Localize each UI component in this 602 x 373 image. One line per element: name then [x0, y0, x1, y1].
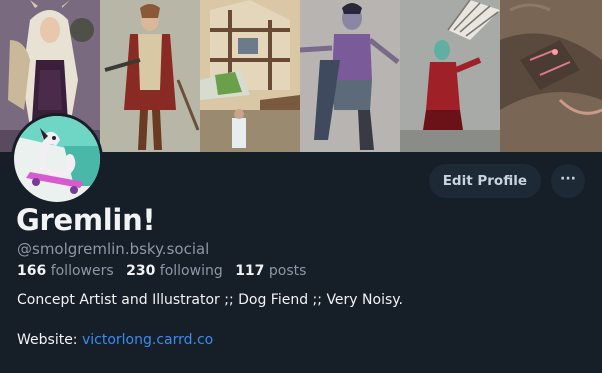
profile-actions: Edit Profile ··· — [428, 164, 585, 198]
display-name: Gremlin! — [16, 203, 156, 237]
banner-artwork-red-alien — [400, 0, 500, 152]
website-label: Website: — [17, 332, 78, 348]
profile-stats: 166 followers 230 following 117 posts — [17, 263, 306, 279]
profile-website: Website: victorlong.carrd.co — [17, 332, 213, 348]
posts-count: 117 posts — [235, 263, 307, 279]
banner-artwork-timber-house — [200, 0, 300, 152]
profile-avatar[interactable] — [11, 113, 103, 205]
banner-artwork-purple-warrior — [300, 0, 400, 152]
banner-artwork-adventurer — [100, 0, 200, 152]
banner-artwork-dragon — [500, 0, 602, 152]
website-link[interactable]: victorlong.carrd.co — [82, 332, 213, 348]
more-options-button[interactable]: ··· — [551, 164, 585, 198]
followers-link[interactable]: 166 followers — [17, 263, 114, 279]
edit-profile-button[interactable]: Edit Profile — [428, 164, 541, 198]
more-horizontal-icon: ··· — [560, 171, 576, 187]
profile-handle: @smolgremlin.bsky.social — [17, 240, 210, 258]
profile-bio: Concept Artist and Illustrator ;; Dog Fi… — [17, 292, 403, 308]
following-link[interactable]: 230 following — [126, 263, 223, 279]
